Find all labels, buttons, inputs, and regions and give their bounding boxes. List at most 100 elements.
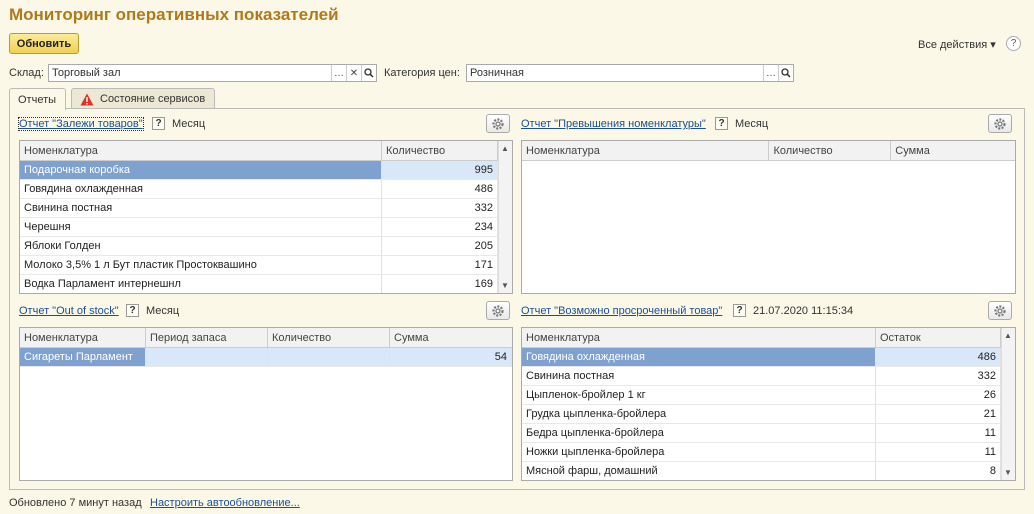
report-oos-period: Месяц — [146, 305, 180, 317]
cell: Бедра цыпленка-бройлера — [522, 424, 876, 442]
cell: Водка Парламент интернешнл — [20, 275, 382, 293]
report-oos-settings-button[interactable] — [486, 301, 510, 320]
cell: 995 — [382, 161, 498, 179]
tab-services-status[interactable]: Состояние сервисов — [71, 88, 215, 109]
price-category-label: Категория цен: — [384, 67, 460, 79]
cell: Свинина постная — [522, 367, 876, 385]
clear-icon[interactable]: ✕ — [346, 65, 361, 81]
report-stale-settings-button[interactable] — [486, 114, 510, 133]
cell: 11 — [876, 424, 1001, 442]
select-ellipsis-icon[interactable]: … — [763, 65, 778, 81]
cell: Черешня — [20, 218, 382, 236]
report-stale-table[interactable]: Номенклатура Количество Подарочная короб… — [19, 140, 513, 294]
cell: Ножки цыпленка-бройлера — [522, 443, 876, 461]
refresh-button[interactable]: Обновить — [9, 33, 79, 54]
column-header[interactable]: Номенклатура — [522, 141, 770, 160]
table-row[interactable]: Яблоки Голден 205 — [20, 237, 512, 256]
report-stale-help-icon[interactable]: ? — [152, 117, 165, 130]
cell: Мясной фарш, домашний — [522, 462, 876, 480]
warehouse-value: Торговый зал — [52, 67, 121, 79]
table-row[interactable]: Свинина постная 332 — [20, 199, 512, 218]
column-header[interactable]: Номенклатура — [20, 141, 382, 160]
report-expired-table[interactable]: Номенклатура Остаток Говядина охлажденна… — [521, 327, 1016, 481]
scroll-down-icon[interactable]: ▼ — [501, 281, 509, 290]
report-oos-link[interactable]: Отчет "Out of stock" — [19, 305, 119, 317]
report-expired-timestamp: 21.07.2020 11:15:34 — [753, 305, 854, 317]
cell: 486 — [382, 180, 498, 198]
table-row[interactable]: Черешня 234 — [20, 218, 512, 237]
report-oos-table[interactable]: Номенклатура Период запаса Количество Су… — [19, 327, 513, 481]
column-header[interactable]: Сумма — [891, 141, 1015, 160]
cell: Сигареты Парламент — [20, 348, 146, 366]
column-header[interactable]: Количество — [769, 141, 892, 160]
report-excess-help-icon[interactable]: ? — [715, 117, 728, 130]
table-row[interactable]: Грудка цыпленка-бройлера 21 — [522, 405, 1015, 424]
price-category-field[interactable]: Розничная … — [466, 64, 794, 82]
gear-icon — [994, 304, 1006, 317]
chevron-down-icon: ▾ — [990, 39, 996, 51]
search-icon[interactable] — [361, 65, 376, 81]
cell: 332 — [382, 199, 498, 217]
table-row[interactable]: Говядина охлажденная 486 — [522, 348, 1015, 367]
scroll-up-icon[interactable]: ▲ — [1004, 331, 1012, 340]
column-header[interactable]: Остаток — [876, 328, 1001, 347]
table-row[interactable]: Водка Парламент интернешнл 169 — [20, 275, 512, 293]
cell: 169 — [382, 275, 498, 293]
report-expired-help-icon[interactable]: ? — [733, 304, 746, 317]
table-row[interactable]: Говядина охлажденная 486 — [20, 180, 512, 199]
warning-icon — [80, 93, 94, 105]
cell: 171 — [382, 256, 498, 274]
vertical-scrollbar[interactable]: ▲ ▼ — [498, 141, 512, 293]
warehouse-field[interactable]: Торговый зал … ✕ — [48, 64, 377, 82]
report-excess-table[interactable]: Номенклатура Количество Сумма — [521, 140, 1016, 294]
gear-icon — [492, 117, 504, 130]
table-header: Номенклатура Период запаса Количество Су… — [20, 328, 512, 348]
report-stale-period: Месяц — [172, 118, 206, 130]
report-expired-link[interactable]: Отчет "Возможно просроченный товар" — [521, 305, 722, 317]
table-row[interactable]: Сигареты Парламент 54 — [20, 348, 512, 367]
cell: 21 — [876, 405, 1001, 423]
all-actions-menu[interactable]: Все действия ▾ — [918, 38, 996, 51]
scroll-up-icon[interactable]: ▲ — [501, 144, 509, 153]
table-row[interactable]: Свинина постная 332 — [522, 367, 1015, 386]
tab-services-label: Состояние сервисов — [100, 93, 206, 105]
search-icon[interactable] — [778, 65, 793, 81]
last-updated-status: Обновлено 7 минут назад — [9, 497, 142, 509]
cell: 54 — [390, 348, 512, 366]
table-header: Номенклатура Количество Сумма — [522, 141, 1015, 161]
report-excess-period: Месяц — [735, 118, 769, 130]
autoupdate-settings-link[interactable]: Настроить автообновление... — [150, 497, 300, 509]
table-row[interactable]: Подарочная коробка 995 — [20, 161, 512, 180]
cell: 486 — [876, 348, 1001, 366]
column-header[interactable]: Номенклатура — [522, 328, 876, 347]
help-button[interactable]: ? — [1006, 36, 1021, 51]
column-header[interactable]: Сумма — [390, 328, 512, 347]
vertical-scrollbar[interactable]: ▲ ▼ — [1001, 328, 1015, 480]
column-header[interactable]: Количество — [382, 141, 498, 160]
report-expired-settings-button[interactable] — [988, 301, 1012, 320]
select-ellipsis-icon[interactable]: … — [331, 65, 346, 81]
cell — [146, 348, 268, 366]
warehouse-label: Склад: — [9, 67, 44, 79]
tab-reports[interactable]: Отчеты — [9, 88, 66, 110]
cell: Молоко 3,5% 1 л Бут пластик Простоквашин… — [20, 256, 382, 274]
table-row[interactable]: Мясной фарш, домашний 8 — [522, 462, 1015, 480]
table-row[interactable]: Молоко 3,5% 1 л Бут пластик Простоквашин… — [20, 256, 512, 275]
report-oos-help-icon[interactable]: ? — [126, 304, 139, 317]
scroll-down-icon[interactable]: ▼ — [1004, 468, 1012, 477]
cell: 205 — [382, 237, 498, 255]
column-header[interactable]: Период запаса — [146, 328, 268, 347]
table-row[interactable]: Цыпленок-бройлер 1 кг 26 — [522, 386, 1015, 405]
report-stale-goods-link[interactable]: Отчет "Залежи товаров" — [18, 117, 144, 131]
column-header[interactable]: Номенклатура — [20, 328, 146, 347]
column-header[interactable]: Количество — [268, 328, 390, 347]
cell: Яблоки Голден — [20, 237, 382, 255]
report-excess-link[interactable]: Отчет "Превышения номенклатуры" — [521, 118, 706, 130]
report-excess-settings-button[interactable] — [988, 114, 1012, 133]
cell: Подарочная коробка — [20, 161, 382, 179]
cell: Свинина постная — [20, 199, 382, 217]
table-row[interactable]: Бедра цыпленка-бройлера 11 — [522, 424, 1015, 443]
table-header: Номенклатура Количество — [20, 141, 512, 161]
table-row[interactable]: Ножки цыпленка-бройлера 11 — [522, 443, 1015, 462]
cell: Цыпленок-бройлер 1 кг — [522, 386, 876, 404]
